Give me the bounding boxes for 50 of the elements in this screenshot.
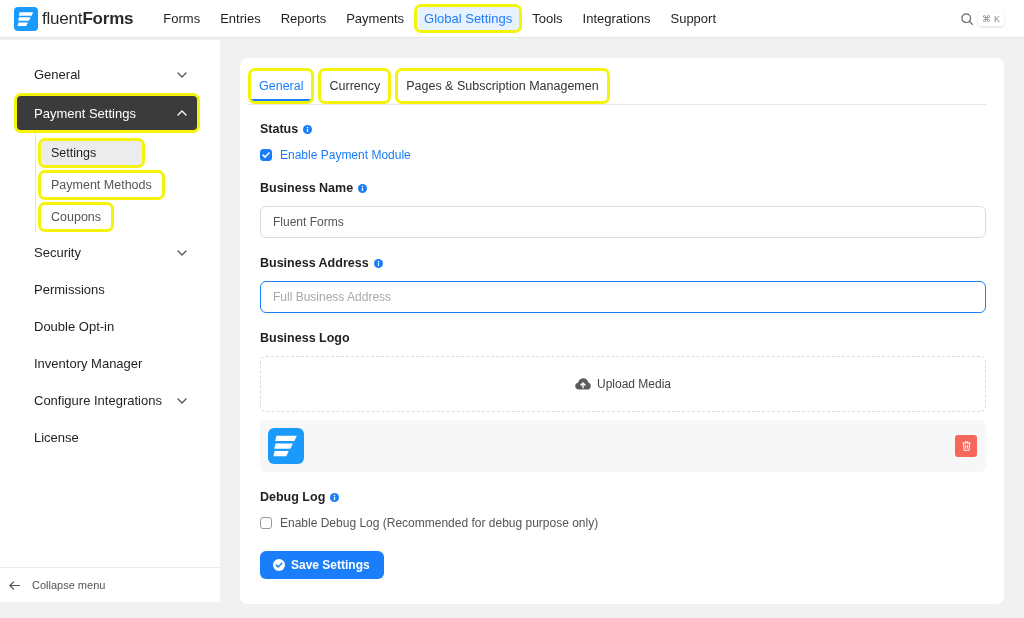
chevron-up-icon [177,110,187,116]
field-label: Business Address [260,256,369,270]
input-field[interactable]: Fluent Forms [260,206,986,238]
sidebar-subitem[interactable]: Settings [38,138,146,168]
sidebar-item[interactable]: Double Opt-in [14,308,200,345]
tab[interactable]: General [248,68,315,104]
collapse-menu-button[interactable]: Collapse menu [9,579,106,591]
logo-icon [14,6,38,31]
arrow-left-icon [9,580,20,590]
field-label: Business Logo [260,331,350,345]
nav-link[interactable]: Payments [336,4,414,33]
cloud-upload-icon [574,378,591,390]
nav-link[interactable]: Reports [270,4,337,33]
sidebar-item[interactable]: Security [14,234,200,271]
nav-link[interactable]: Support [660,4,727,33]
chevron-down-icon [177,397,187,404]
search-icon[interactable] [961,12,974,25]
sidebar-subitem[interactable]: Coupons [38,202,115,232]
sidebar-subitem[interactable]: Payment Methods [38,170,165,200]
chevron-down-icon [177,249,187,256]
checkbox-label[interactable]: Enable Payment Module [280,148,411,162]
nav-link[interactable]: Entries [210,4,271,33]
chevron-down-icon [177,71,187,78]
logo-text: fluentForms [42,8,134,29]
logo-image [268,428,304,464]
field-label: Business Name [260,181,354,195]
delete-button[interactable] [955,435,977,457]
shortcut-hint: ⌘ K [978,11,1004,26]
tab[interactable]: Currency [318,68,392,104]
upload-dropzone[interactable]: Upload Media [260,356,986,412]
trash-icon [961,441,971,451]
field-label: Debug Log [260,490,326,504]
sidebar-item[interactable]: Payment Settings [14,93,200,133]
sidebar-item[interactable]: Inventory Manager [14,345,200,382]
nav-link[interactable]: Forms [153,4,211,33]
sidebar-item[interactable]: Permissions [14,271,200,308]
nav-link[interactable]: Global Settings [414,4,523,33]
sidebar-item[interactable]: License [14,419,200,456]
input-field[interactable]: Full Business Address [260,281,986,313]
checkbox[interactable] [260,149,272,161]
check-circle-icon [273,559,285,571]
sidebar-item[interactable]: General [14,56,200,93]
save-button[interactable]: Save Settings [260,551,384,579]
checkbox[interactable] [260,517,272,529]
field-label: Status [260,122,299,136]
sidebar-item[interactable]: Configure Integrations [14,382,200,419]
nav-link[interactable]: Integrations [572,4,661,33]
checkbox-label[interactable]: Enable Debug Log (Recommended for debug purpose only) [280,516,599,530]
nav-link[interactable]: Tools [522,4,573,33]
tab[interactable]: Pages & Subscription Managemen [395,68,610,104]
